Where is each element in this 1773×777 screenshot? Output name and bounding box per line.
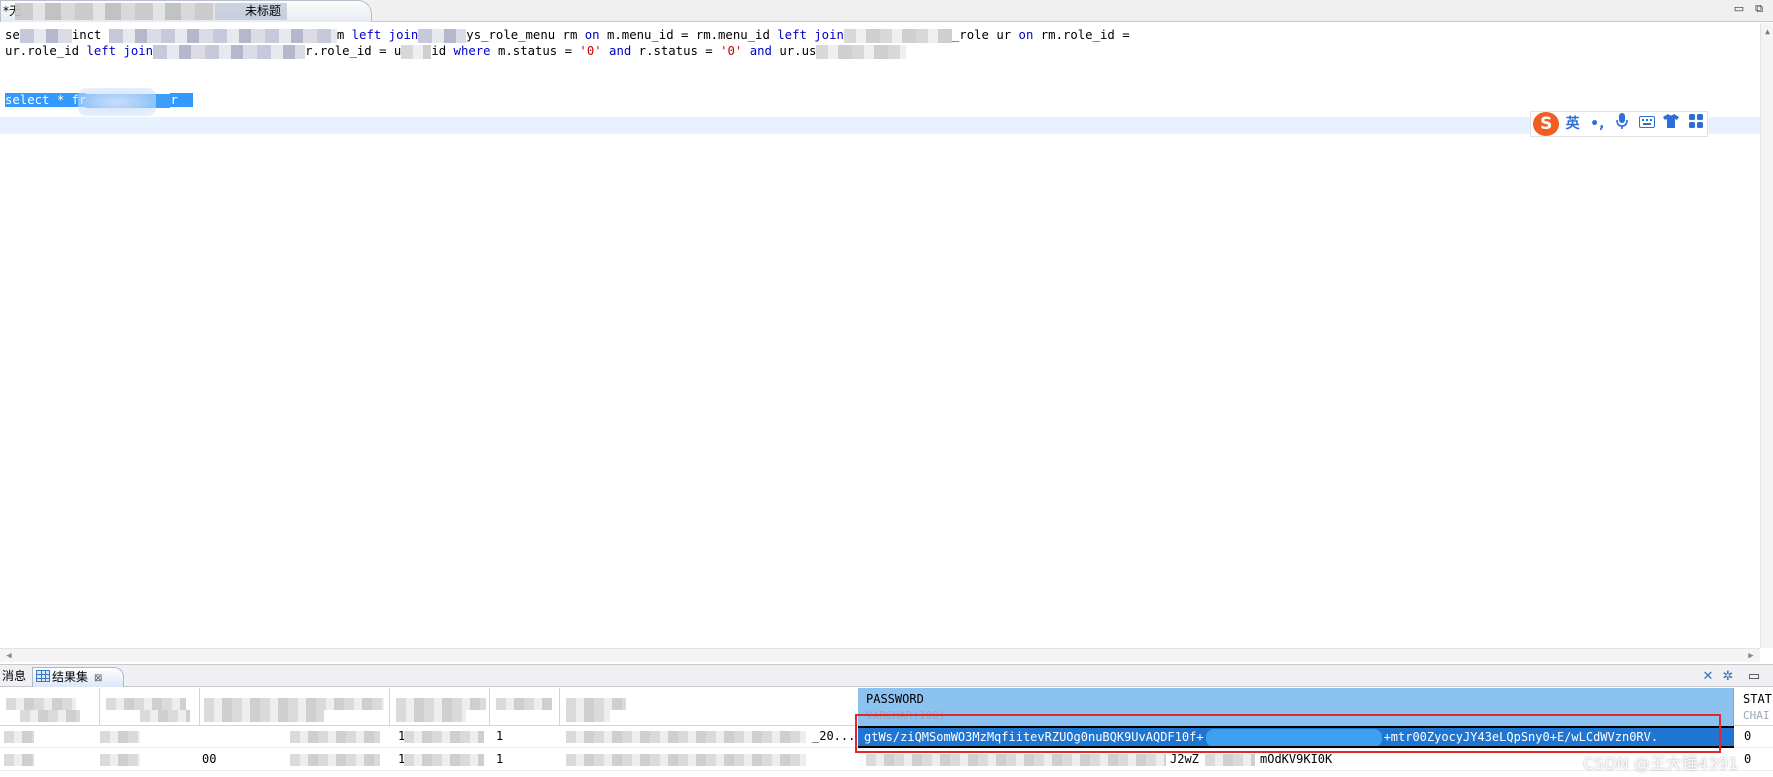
- column-header-password[interactable]: PASSWORD VARCHAR(100): [858, 688, 1734, 726]
- keyboard-icon[interactable]: [1635, 113, 1658, 135]
- microphone-icon[interactable]: [1611, 113, 1634, 135]
- punctuation-toggle[interactable]: •,: [1586, 113, 1609, 135]
- ime-toolbar[interactable]: S 英 •,: [1530, 111, 1708, 137]
- table-row[interactable]: 1 1 _20... gtWs/ziQMSomWO3MzMqfiitevRZUO…: [0, 726, 1773, 748]
- maximize-icon[interactable]: ▭: [1746, 669, 1762, 685]
- column-header[interactable]: [490, 688, 560, 726]
- table-cell[interactable]: _20...: [812, 729, 855, 743]
- column-header-status[interactable]: STAT CHAI: [1735, 688, 1773, 726]
- result-grid-icon: [36, 670, 50, 682]
- sql-line-2: ur.role_id left join r.role_id = u id wher…: [5, 44, 907, 59]
- column-header[interactable]: [560, 688, 858, 726]
- close-panel-icon[interactable]: ✕: [1700, 669, 1716, 685]
- sql-line-4: select * fr r: [5, 87, 193, 116]
- column-name: STAT: [1743, 692, 1772, 706]
- language-toggle[interactable]: 英: [1561, 113, 1584, 135]
- table-cell[interactable]: mOdKV9KI0K: [1260, 752, 1332, 766]
- shirt-icon[interactable]: [1660, 113, 1683, 135]
- column-header[interactable]: [100, 688, 200, 726]
- table-cell[interactable]: 0: [1744, 729, 1751, 743]
- tools-icon[interactable]: ✲: [1720, 669, 1736, 685]
- editor-tab[interactable]: *无 未标题: [0, 0, 372, 22]
- column-header[interactable]: [0, 688, 100, 726]
- sql-line-1: se inct m left join ys_role_menu rm on m.m…: [5, 28, 1130, 43]
- table-cell[interactable]: 0: [1744, 752, 1751, 766]
- scroll-right-icon[interactable]: ▶: [1746, 651, 1756, 661]
- redacted-tab-text: [15, 3, 215, 20]
- editor-tab-suffix: 未标题: [245, 4, 282, 18]
- restore-icon[interactable]: ⧉: [1752, 2, 1766, 16]
- current-line-highlight: [0, 117, 1760, 134]
- tab-results-label: 结果集: [52, 670, 89, 684]
- password-cell-selected[interactable]: gtWs/ziQMSomWO3MzMqfiitevRZUOg0nuBQK9UvA…: [858, 726, 1734, 748]
- editor-horizontal-scrollbar[interactable]: ◀ ▶: [0, 648, 1760, 662]
- table-cell[interactable]: 00: [202, 752, 216, 766]
- table-cell[interactable]: J2wZ: [1170, 752, 1199, 766]
- scroll-up-icon[interactable]: ▲: [1763, 27, 1772, 36]
- editor-tab-strip: *无 未标题 ▭ ⧉: [0, 0, 1773, 22]
- table-row[interactable]: 00 1 1 J2wZ mOdKV9KI0K 0: [0, 749, 1773, 771]
- grid-apps-icon[interactable]: [1684, 113, 1707, 135]
- editor-vertical-scrollbar[interactable]: ▲: [1760, 23, 1773, 648]
- sogou-logo-icon[interactable]: S: [1533, 112, 1560, 136]
- table-cell[interactable]: 1: [496, 729, 503, 743]
- column-type: CHAI: [1743, 709, 1770, 722]
- column-name: PASSWORD: [866, 692, 924, 706]
- watermark: CSDN @王大锤4391: [1583, 754, 1739, 773]
- results-grid[interactable]: PASSWORD VARCHAR(100) STAT CHAI 1 1 _20.…: [0, 688, 1773, 777]
- redacted-mask: [1205, 728, 1382, 746]
- tab-messages[interactable]: 消息: [2, 667, 26, 687]
- column-header[interactable]: [200, 688, 390, 726]
- scroll-left-icon[interactable]: ◀: [4, 651, 14, 661]
- table-cell[interactable]: 1: [496, 752, 503, 766]
- tab-results[interactable]: 结果集 ⊠: [32, 667, 124, 687]
- close-tab-icon[interactable]: ⊠: [94, 670, 102, 688]
- result-panel-tabs: 消息 结果集 ⊠ ✕ ✲ ▭: [0, 664, 1773, 687]
- results-header-row: PASSWORD VARCHAR(100) STAT CHAI: [0, 688, 1773, 726]
- column-type: VARCHAR(100): [866, 709, 946, 722]
- column-header[interactable]: [390, 688, 490, 726]
- sql-editor[interactable]: se inct m left join ys_role_menu rm on m.m…: [0, 23, 1760, 648]
- minimize-icon[interactable]: ▭: [1732, 2, 1746, 16]
